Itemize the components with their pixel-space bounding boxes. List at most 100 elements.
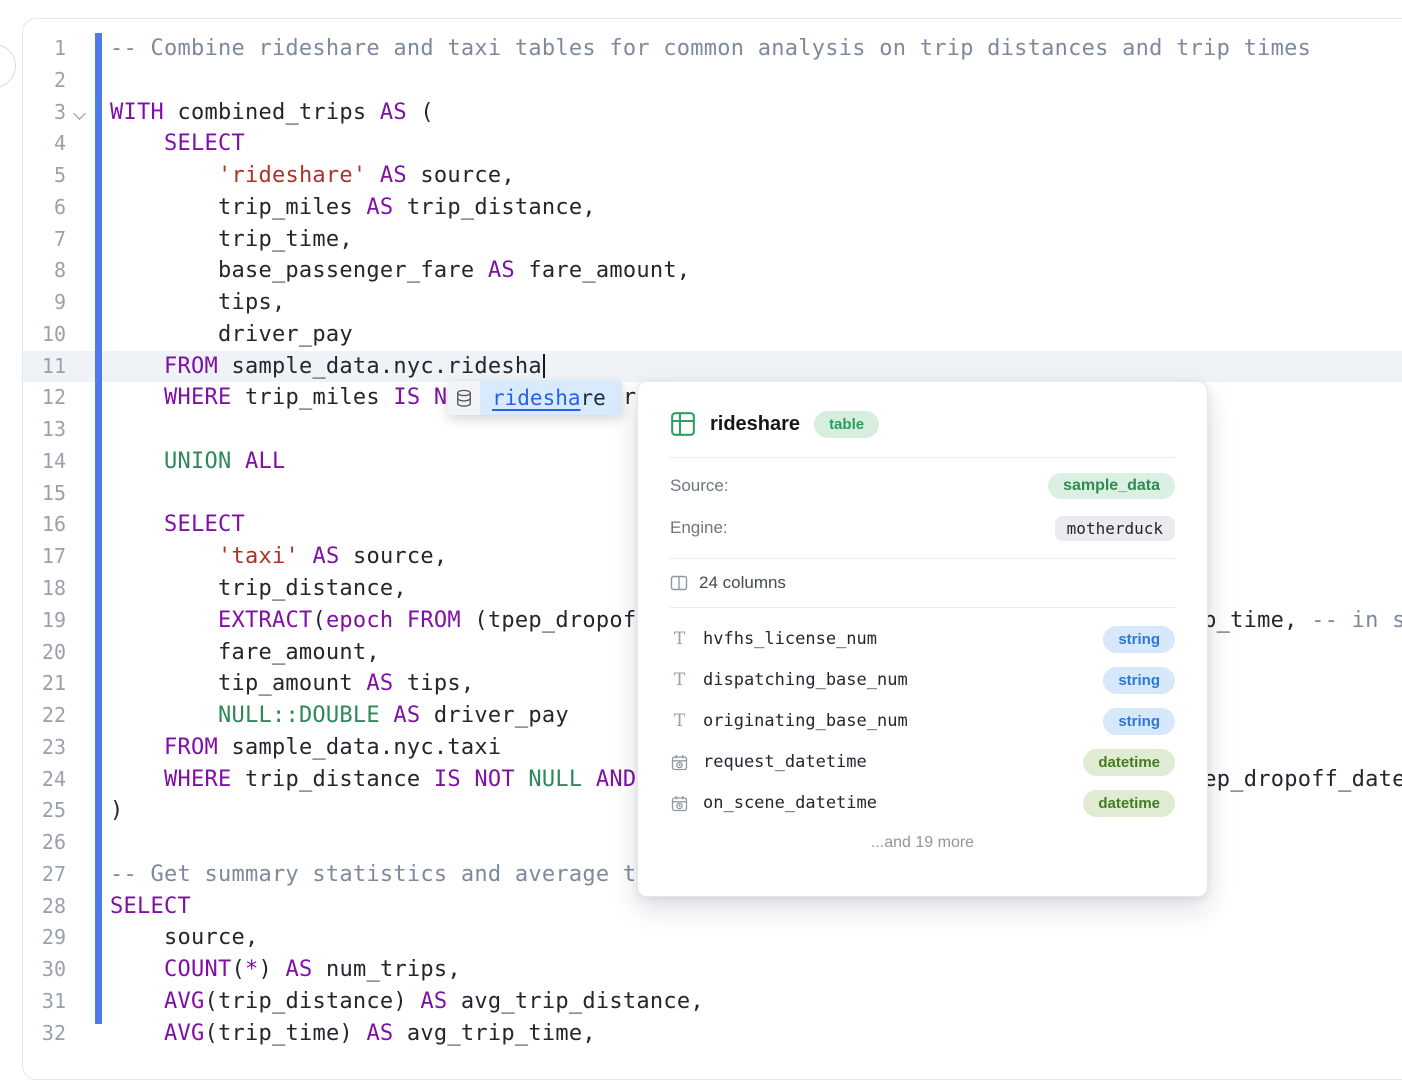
line-number[interactable]: 26 bbox=[22, 827, 66, 859]
fold-gutter[interactable] bbox=[66, 97, 95, 129]
code-text: trip_distance, bbox=[102, 573, 407, 605]
code-text: FROM sample_data.nyc.taxi bbox=[102, 732, 501, 764]
fold-gutter bbox=[66, 478, 95, 510]
line-number[interactable]: 12 bbox=[22, 382, 66, 414]
fold-gutter bbox=[66, 128, 95, 160]
line-number[interactable]: 3 bbox=[22, 97, 66, 129]
code-line[interactable]: 2 bbox=[22, 65, 1402, 97]
column-type-badge: string bbox=[1103, 708, 1175, 735]
line-number[interactable]: 4 bbox=[22, 128, 66, 160]
line-number[interactable]: 25 bbox=[22, 795, 66, 827]
fold-gutter bbox=[66, 287, 95, 319]
more-columns-label: ...and 19 more bbox=[670, 834, 1175, 852]
fold-gutter bbox=[66, 224, 95, 256]
line-number[interactable]: 27 bbox=[22, 859, 66, 891]
column-name: dispatching_base_num bbox=[703, 670, 908, 690]
code-line[interactable]: 10 driver_pay bbox=[22, 319, 1402, 351]
line-number[interactable]: 13 bbox=[22, 414, 66, 446]
code-line[interactable]: 1-- Combine rideshare and taxi tables fo… bbox=[22, 33, 1402, 65]
code-line[interactable]: 32 AVG(trip_time) AS avg_trip_time, bbox=[22, 1018, 1402, 1050]
line-number[interactable]: 9 bbox=[22, 287, 66, 319]
code-line[interactable]: 5 'rideshare' AS source, bbox=[22, 160, 1402, 192]
code-text: trip_miles AS trip_distance, bbox=[102, 192, 596, 224]
code-line[interactable]: 11 FROM sample_data.nyc.ridesha bbox=[22, 351, 1402, 383]
datetime-type-icon bbox=[670, 795, 689, 812]
code-line[interactable]: 9 tips, bbox=[22, 287, 1402, 319]
line-number[interactable]: 23 bbox=[22, 732, 66, 764]
line-number[interactable]: 2 bbox=[22, 65, 66, 97]
text-type-icon: T bbox=[670, 631, 689, 648]
code-line[interactable]: 7 trip_time, bbox=[22, 224, 1402, 256]
line-number[interactable]: 29 bbox=[22, 922, 66, 954]
code-text: SELECT bbox=[102, 128, 245, 160]
gutter-change-bar bbox=[95, 33, 102, 1024]
fold-gutter bbox=[66, 446, 95, 478]
code-text: UNION ALL bbox=[102, 446, 285, 478]
line-number[interactable]: 11 bbox=[22, 351, 66, 383]
code-text: fare_amount, bbox=[102, 637, 380, 669]
code-line[interactable]: 3 WITH combined_trips AS ( bbox=[22, 97, 1402, 129]
line-number[interactable]: 15 bbox=[22, 478, 66, 510]
line-number[interactable]: 21 bbox=[22, 668, 66, 700]
fold-chevron-icon[interactable] bbox=[73, 107, 86, 120]
fold-gutter bbox=[66, 700, 95, 732]
code-line[interactable]: 8 base_passenger_fare AS fare_amount, bbox=[22, 255, 1402, 287]
line-number[interactable]: 20 bbox=[22, 637, 66, 669]
code-text: WITH combined_trips AS ( bbox=[102, 97, 434, 129]
code-line[interactable]: 29 source, bbox=[22, 922, 1402, 954]
line-number[interactable]: 19 bbox=[22, 605, 66, 637]
code-text bbox=[102, 414, 110, 446]
engine-row: Engine: motherduck bbox=[670, 515, 1175, 541]
code-text bbox=[102, 478, 110, 510]
divider bbox=[670, 558, 1175, 559]
line-number[interactable]: 22 bbox=[22, 700, 66, 732]
line-number[interactable]: 14 bbox=[22, 446, 66, 478]
fold-gutter bbox=[66, 509, 95, 541]
fold-gutter bbox=[66, 605, 95, 637]
code-text: AVG(trip_time) AS avg_trip_time, bbox=[102, 1018, 596, 1050]
line-number[interactable]: 24 bbox=[22, 764, 66, 796]
code-line[interactable]: 6 trip_miles AS trip_distance, bbox=[22, 192, 1402, 224]
fold-gutter bbox=[66, 891, 95, 923]
line-number[interactable]: 10 bbox=[22, 319, 66, 351]
line-number[interactable]: 30 bbox=[22, 954, 66, 986]
fold-gutter bbox=[66, 351, 95, 383]
engine-value-badge: motherduck bbox=[1055, 516, 1175, 541]
fold-gutter bbox=[66, 319, 95, 351]
fold-gutter bbox=[66, 922, 95, 954]
column-name: originating_base_num bbox=[703, 711, 908, 731]
line-number[interactable]: 5 bbox=[22, 160, 66, 192]
text-type-icon: T bbox=[670, 713, 689, 730]
line-number[interactable]: 28 bbox=[22, 891, 66, 923]
source-value-badge: sample_data bbox=[1048, 473, 1175, 499]
line-number[interactable]: 8 bbox=[22, 255, 66, 287]
line-number[interactable]: 31 bbox=[22, 986, 66, 1018]
line-number[interactable]: 16 bbox=[22, 509, 66, 541]
column-row: Toriginating_base_num string bbox=[670, 707, 1175, 735]
fold-gutter bbox=[66, 541, 95, 573]
column-name: hvfhs_license_num bbox=[703, 629, 877, 649]
columns-icon bbox=[670, 574, 688, 592]
code-line[interactable]: 30 COUNT(*) AS num_trips, bbox=[22, 954, 1402, 986]
line-number[interactable]: 32 bbox=[22, 1018, 66, 1050]
popup-title: rideshare bbox=[710, 413, 800, 436]
code-text: COUNT(*) AS num_trips, bbox=[102, 954, 461, 986]
column-type-badge: string bbox=[1103, 667, 1175, 694]
column-row: Tdispatching_base_numstring bbox=[670, 666, 1175, 694]
line-number[interactable]: 18 bbox=[22, 573, 66, 605]
code-text: source, bbox=[102, 922, 258, 954]
line-number[interactable]: 17 bbox=[22, 541, 66, 573]
fold-gutter bbox=[66, 414, 95, 446]
code-text: driver_pay bbox=[102, 319, 353, 351]
column-type-badge: datetime bbox=[1083, 790, 1175, 817]
autocomplete-suggestion[interactable]: rideshare bbox=[448, 381, 622, 415]
line-number[interactable]: 6 bbox=[22, 192, 66, 224]
code-line[interactable]: 31 AVG(trip_distance) AS avg_trip_distan… bbox=[22, 986, 1402, 1018]
line-number[interactable]: 1 bbox=[22, 33, 66, 65]
engine-label: Engine: bbox=[670, 518, 728, 538]
code-text: AVG(trip_distance) AS avg_trip_distance, bbox=[102, 986, 704, 1018]
autocomplete-rest-text: re bbox=[581, 386, 606, 410]
line-number[interactable]: 7 bbox=[22, 224, 66, 256]
clipped-circle-decoration bbox=[0, 44, 16, 88]
code-line[interactable]: 4 SELECT bbox=[22, 128, 1402, 160]
